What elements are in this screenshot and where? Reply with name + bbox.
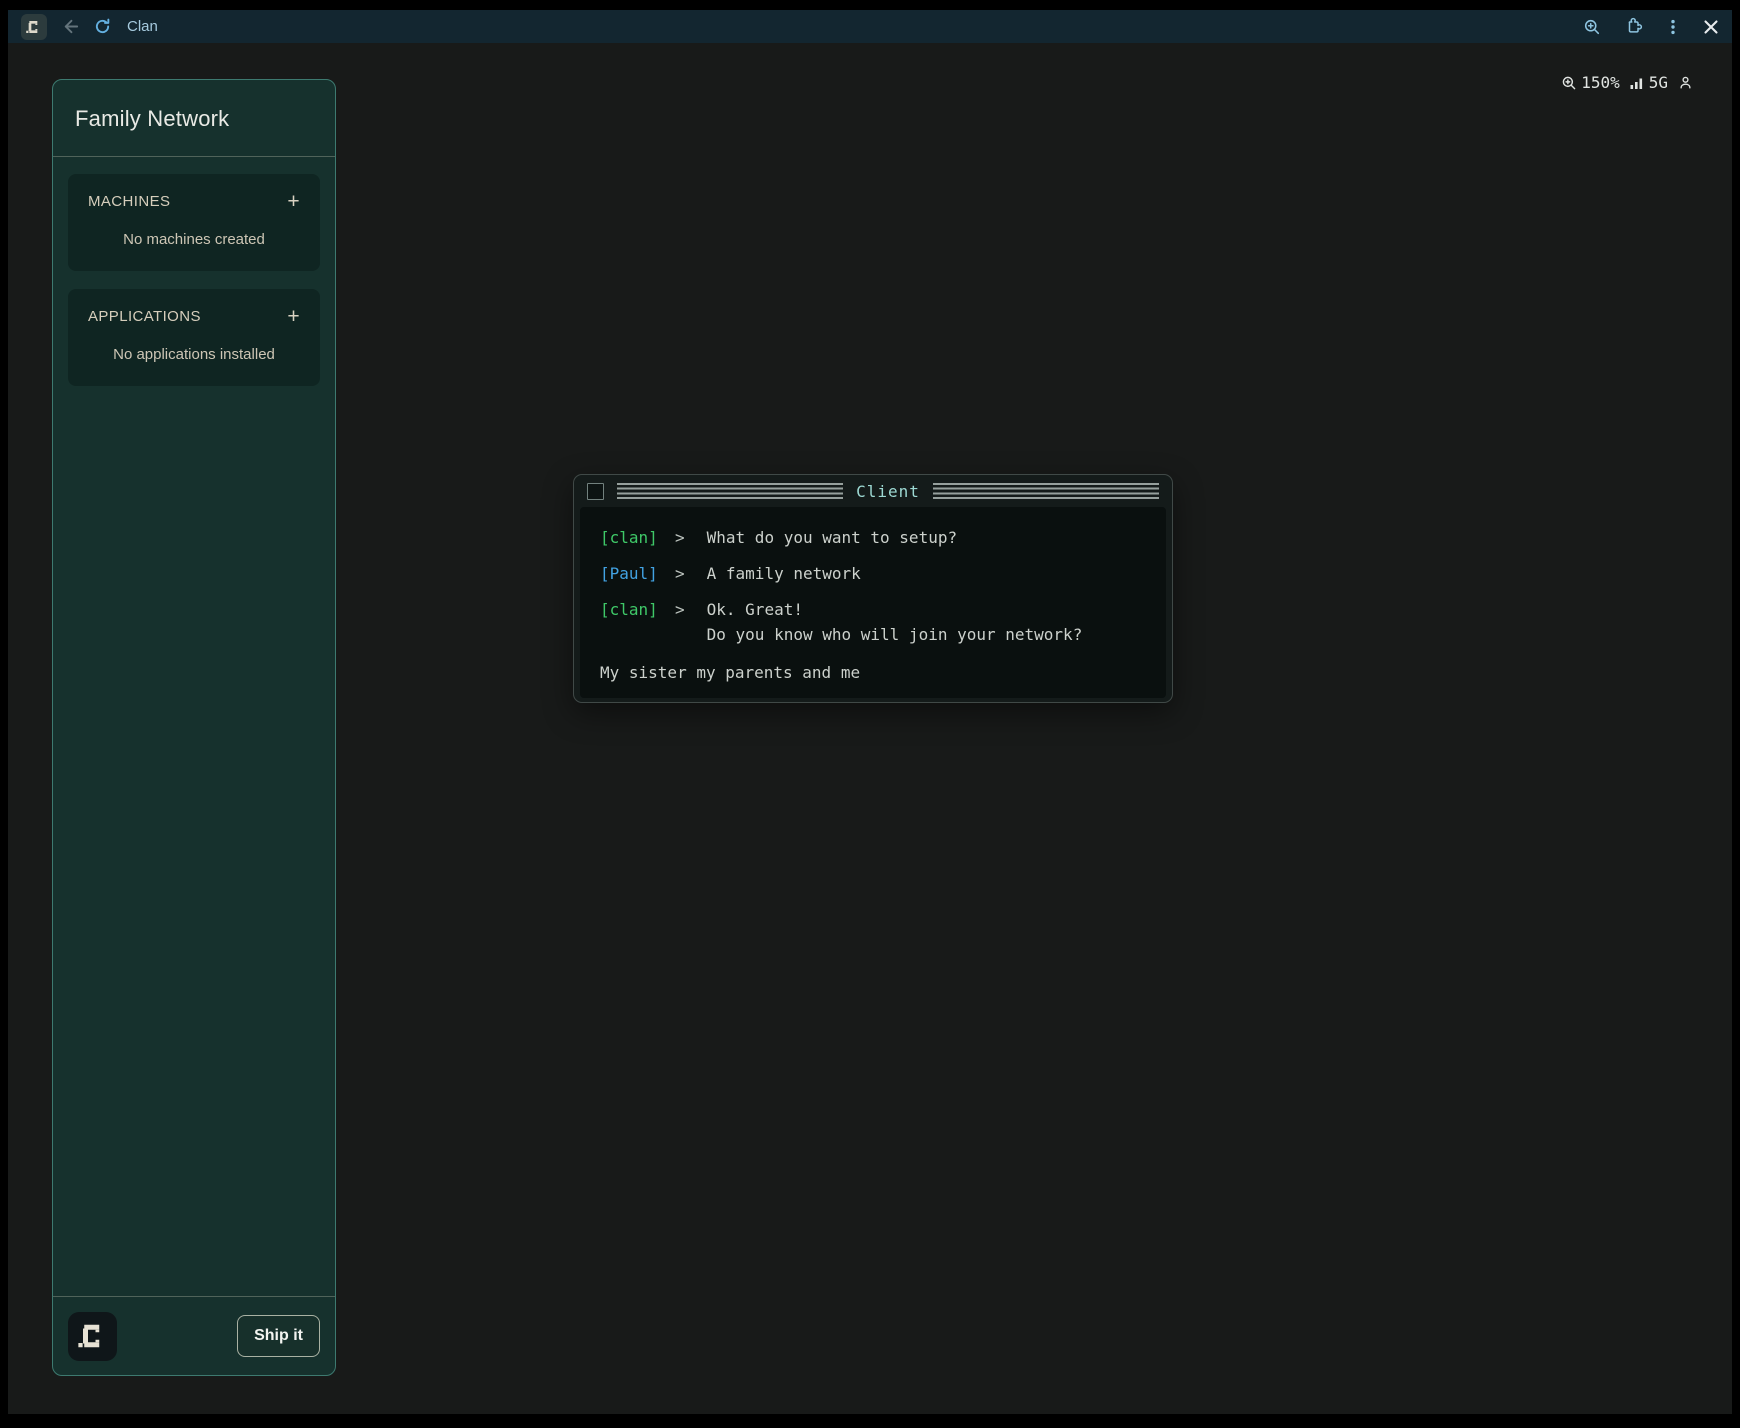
puzzle-piece-icon <box>1623 17 1643 37</box>
page-title: Clan <box>127 18 158 35</box>
titlebar-stripes-right <box>933 483 1159 499</box>
add-application-button[interactable]: + <box>287 309 300 325</box>
message-line: Ok. Great! <box>707 597 1083 622</box>
app-page: 150% 5G Family Network <box>8 43 1732 1414</box>
zoom-button[interactable] <box>1583 18 1601 36</box>
message-line: What do you want to setup? <box>707 525 957 550</box>
status-indicator: 150% 5G <box>1561 73 1694 92</box>
chat-message: [clan] > What do you want to setup? <box>600 525 1146 550</box>
reload-icon <box>94 18 111 35</box>
prompt-chevron: > <box>675 597 685 647</box>
back-arrow-icon <box>61 17 80 36</box>
kebab-menu-icon <box>1665 19 1681 35</box>
terminal-content[interactable]: [clan] > What do you want to setup? [Pau… <box>580 507 1166 698</box>
browser-top-bar: Clan <box>8 10 1732 43</box>
client-terminal-window: Client [clan] > What do you want to setu… <box>573 474 1173 703</box>
machines-section-label: MACHINES <box>88 193 170 210</box>
clan-logo-tile <box>68 1312 117 1361</box>
extensions-button[interactable] <box>1623 17 1643 37</box>
app-logo-button[interactable] <box>21 14 47 40</box>
speaker-clan: [clan] <box>600 597 658 647</box>
close-window-button[interactable] <box>1703 19 1719 35</box>
message-line: A family network <box>707 561 861 586</box>
zoom-level-value: 150% <box>1581 73 1620 92</box>
window-close-box-icon[interactable] <box>587 483 604 500</box>
zoom-level-icon <box>1561 75 1577 91</box>
terminal-titlebar[interactable]: Client <box>574 475 1172 507</box>
machines-empty-text: No machines created <box>88 231 300 248</box>
back-button[interactable] <box>61 17 80 36</box>
message-line: Do you know who will join your network? <box>707 622 1083 647</box>
add-machine-button[interactable]: + <box>287 194 300 210</box>
sidebar-family-network: Family Network MACHINES + No machines cr… <box>52 79 336 1376</box>
sidebar-title: Family Network <box>75 106 313 132</box>
prompt-chevron: > <box>675 525 685 550</box>
ship-it-button[interactable]: Ship it <box>237 1315 320 1357</box>
magnifier-plus-icon <box>1583 18 1601 36</box>
machines-section: MACHINES + No machines created <box>68 174 320 271</box>
terminal-input-line[interactable]: My sister my parents and me <box>600 660 1146 685</box>
reload-button[interactable] <box>94 18 111 35</box>
account-person-icon[interactable] <box>1677 74 1694 91</box>
menu-button[interactable] <box>1665 19 1681 35</box>
close-x-icon <box>1703 19 1719 35</box>
prompt-chevron: > <box>675 561 685 586</box>
speaker-paul: [Paul] <box>600 561 658 586</box>
applications-empty-text: No applications installed <box>88 346 300 363</box>
applications-section: APPLICATIONS + No applications installed <box>68 289 320 386</box>
network-type-label: 5G <box>1649 73 1668 92</box>
chat-message: [Paul] > A family network <box>600 561 1146 586</box>
speaker-clan: [clan] <box>600 525 658 550</box>
sidebar-header: Family Network <box>53 80 335 157</box>
chat-message: [clan] > Ok. Great! Do you know who will… <box>600 597 1146 647</box>
signal-bars-icon <box>1629 75 1645 91</box>
applications-section-label: APPLICATIONS <box>88 308 201 325</box>
terminal-window-title: Client <box>856 482 920 501</box>
sidebar-footer: Ship it <box>53 1296 335 1375</box>
clan-logo-icon <box>78 1321 108 1351</box>
clan-logo-icon <box>26 19 42 35</box>
titlebar-stripes-left <box>617 483 843 499</box>
